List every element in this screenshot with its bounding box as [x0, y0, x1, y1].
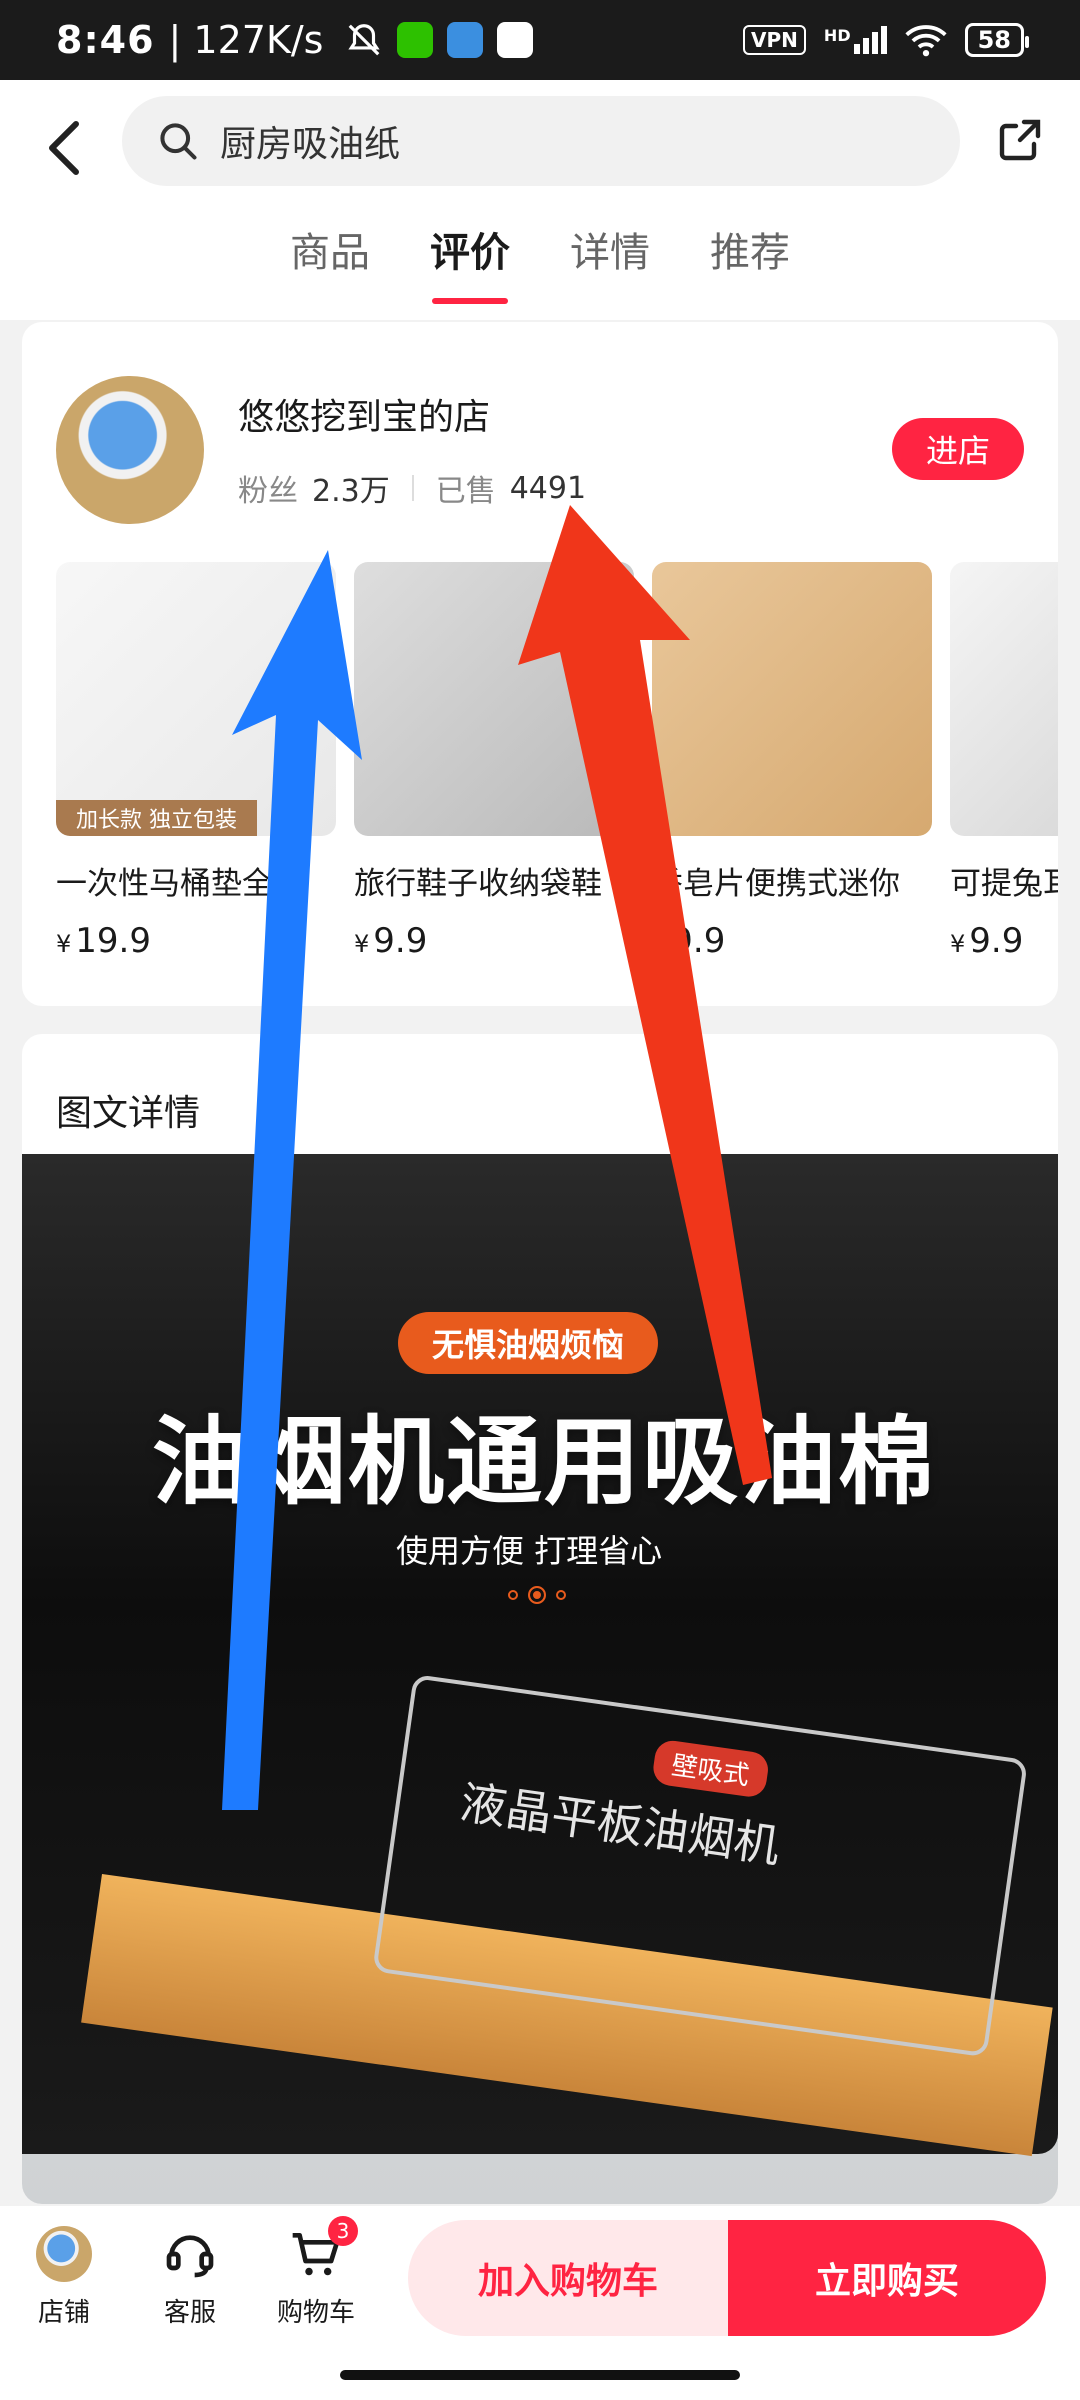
shop-avatar-small — [36, 2226, 92, 2282]
product-card[interactable]: 旅行鞋子收纳袋鞋 ¥9.9 — [354, 562, 634, 961]
notification-icons — [345, 21, 534, 59]
product-title: 香皂片便携式迷你 — [652, 866, 900, 902]
top-nav: 厨房吸油纸 商品 评价 详情 推荐 — [0, 80, 1080, 320]
buy-now-button[interactable]: 立即购买 — [728, 2220, 1046, 2336]
product-image — [652, 562, 932, 836]
product-card[interactable]: 可提兔耳 ¥9.9 — [950, 562, 1058, 961]
cart-badge: 3 — [328, 2216, 358, 2246]
search-icon — [160, 123, 197, 160]
search-bar[interactable]: 厨房吸油纸 — [122, 96, 960, 186]
product-price: ¥9.9 — [652, 921, 932, 961]
detail-banner-image[interactable]: 无惧油烟烦恼 油烟机通用吸油棉 使用方便 打理省心 壁吸式 液晶平板油烟机 — [22, 1154, 1058, 2204]
sold-label: 已售 — [435, 474, 496, 509]
shop-stats: 粉丝 2.3万 已售 4491 — [238, 466, 586, 510]
shop-name[interactable]: 悠悠挖到宝的店 — [238, 388, 490, 440]
vpn-badge: VPN — [743, 25, 806, 55]
wifi-icon — [905, 25, 947, 57]
fans-label: 粉丝 — [238, 474, 298, 509]
product-image: 加长款 独立包装 — [56, 562, 336, 836]
home-indicator[interactable] — [340, 2370, 740, 2380]
product-title: 可提兔耳 — [950, 866, 1058, 902]
status-bar: 8:46 | 127K/s VPN HD 58 — [0, 0, 1080, 80]
product-card[interactable]: 加长款 独立包装 一次性马桶垫全 ¥19.9 — [56, 562, 336, 961]
cart-button[interactable]: 3 购物车 — [266, 2216, 366, 2329]
app-icon — [447, 22, 484, 58]
price-value: 9.9 — [969, 921, 1024, 961]
banner-headline: 油烟机通用吸油棉 — [152, 1406, 936, 1518]
cart-label: 购物车 — [276, 2298, 355, 2328]
product-title: 旅行鞋子收纳袋鞋 — [354, 866, 602, 902]
price-value: 9.9 — [373, 921, 428, 961]
network-type: HD — [823, 26, 851, 45]
shop-nav-label: 店铺 — [37, 2298, 90, 2328]
fans-count: 2.3万 — [312, 474, 390, 509]
bottom-action-bar: 店铺 客服 3 购物车 加入购物车 立即购买 — [0, 2206, 1080, 2400]
shop-card: 悠悠挖到宝的店 粉丝 2.3万 已售 4491 进店 加长款 独立包装 一次性马… — [22, 322, 1058, 1006]
tab-reviews[interactable]: 评价 — [430, 220, 510, 304]
banner-tag: 无惧油烟烦恼 — [398, 1312, 659, 1374]
shop-product-list: 加长款 独立包装 一次性马桶垫全 ¥19.9 旅行鞋子收纳袋鞋 ¥9.9 香皂片… — [56, 562, 1058, 961]
headset-icon — [166, 2235, 214, 2278]
currency-symbol: ¥ — [950, 930, 966, 958]
panel-tag: 壁吸式 — [651, 1738, 771, 1799]
signal-icon: HD — [824, 26, 887, 54]
currency-symbol: ¥ — [354, 930, 370, 958]
tab-products[interactable]: 商品 — [290, 220, 370, 304]
network-speed: | 127K/s — [168, 18, 324, 62]
banner-subline: 使用方便 打理省心 — [396, 1532, 663, 1570]
detail-card: 图文详情 无惧油烟烦恼 油烟机通用吸油棉 使用方便 打理省心 壁吸式 液晶平板油… — [22, 1034, 1058, 2204]
clock: 8:46 — [56, 18, 155, 62]
currency-symbol: ¥ — [652, 930, 668, 958]
product-card[interactable]: 香皂片便携式迷你 ¥9.9 — [652, 562, 932, 961]
product-price: ¥19.9 — [56, 921, 336, 961]
currency-symbol: ¥ — [56, 930, 72, 958]
wechat-icon — [397, 22, 434, 58]
product-price: ¥9.9 — [950, 921, 1058, 961]
carousel-dots — [508, 1586, 566, 1604]
price-value: 9.9 — [671, 921, 726, 961]
product-ribbon: 加长款 独立包装 — [56, 800, 257, 836]
product-title: 一次性马桶垫全 — [56, 866, 273, 902]
qq-icon — [497, 22, 534, 58]
customer-service-button[interactable]: 客服 — [140, 2226, 240, 2329]
detail-tabs: 商品 评价 详情 推荐 — [0, 220, 1080, 304]
add-to-cart-button[interactable]: 加入购物车 — [408, 2220, 728, 2336]
detail-section-title: 图文详情 — [56, 1093, 201, 1134]
back-arrow-icon[interactable] — [44, 118, 84, 178]
customer-service-label: 客服 — [163, 2298, 216, 2328]
price-value: 19.9 — [75, 921, 151, 961]
battery-indicator: 58 — [964, 23, 1030, 57]
shop-nav-button[interactable]: 店铺 — [14, 2226, 114, 2329]
tab-recommend[interactable]: 推荐 — [710, 220, 790, 304]
enter-shop-button[interactable]: 进店 — [892, 418, 1024, 480]
search-query: 厨房吸油纸 — [220, 124, 401, 165]
shop-avatar[interactable] — [56, 376, 204, 524]
product-image — [950, 562, 1058, 836]
tab-details[interactable]: 详情 — [570, 220, 650, 304]
product-price: ¥9.9 — [354, 921, 634, 961]
share-icon[interactable] — [996, 116, 1044, 164]
product-image — [354, 562, 634, 836]
mute-bell-icon — [348, 24, 381, 56]
sold-count: 4491 — [509, 470, 587, 506]
stats-divider — [411, 475, 414, 501]
